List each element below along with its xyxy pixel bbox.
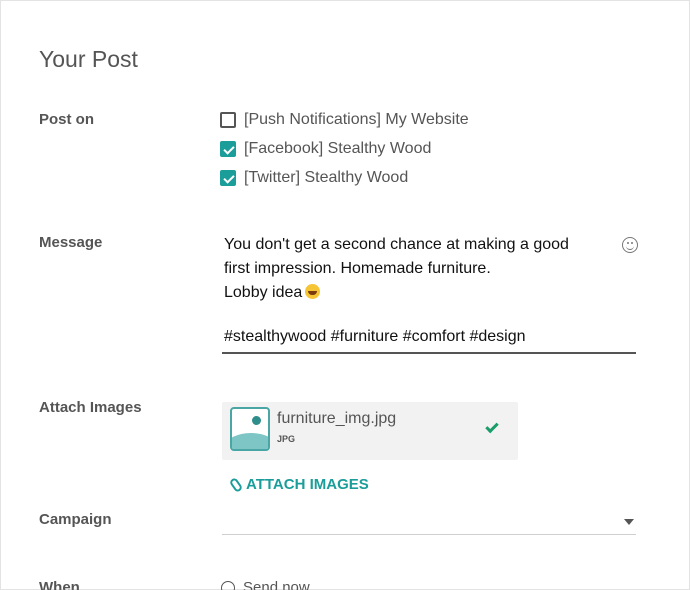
post-on-option-twitter[interactable]: [Twitter] Stealthy Wood [220,168,408,188]
campaign-label: Campaign [39,511,112,528]
message-hashtags: #stealthywood #furniture #comfort #desig… [224,328,526,345]
post-on-option-label: [Push Notifications] My Website [244,111,469,128]
checkmark-icon [485,419,499,434]
when-option-send-now[interactable]: Send now [221,579,310,590]
radio-send-now[interactable] [221,580,235,590]
message-line-with-emoji: Lobby idea [224,284,321,302]
grin-emoji-icon [305,284,321,299]
message-line: first impression. Homemade furniture. [224,260,491,277]
post-on-option-push[interactable]: [Push Notifications] My Website [220,110,469,130]
image-file-icon [230,407,270,451]
post-on-option-facebook[interactable]: [Facebook] Stealthy Wood [220,139,431,159]
message-label: Message [39,234,103,251]
message-textarea[interactable]: You don't get a second chance at making … [222,234,638,354]
smiley-icon[interactable] [622,237,638,253]
page-title: Your Post [39,46,138,72]
attach-images-button-label: ATTACH IMAGES [246,476,369,493]
when-label: When [39,579,80,590]
when-option-label: Send now [243,579,310,590]
attach-images-label: Attach Images [39,399,142,416]
message-line: Lobby idea [224,284,303,301]
chevron-down-icon [624,519,634,525]
campaign-select[interactable] [222,508,636,535]
attachment-file-type: JPG [277,434,296,444]
attachment-card: furniture_img.jpg JPG [222,402,518,460]
post-on-option-label: [Facebook] Stealthy Wood [244,140,432,157]
message-line: You don't get a second chance at making … [224,236,569,253]
checkbox-push[interactable] [220,112,236,128]
attach-images-button[interactable]: ATTACH IMAGES [228,476,369,493]
attachment-file-name: furniture_img.jpg [277,410,397,427]
post-on-label: Post on [39,111,94,128]
checkbox-twitter[interactable] [220,170,236,186]
checkbox-facebook[interactable] [220,141,236,157]
post-on-option-label: [Twitter] Stealthy Wood [244,169,409,186]
